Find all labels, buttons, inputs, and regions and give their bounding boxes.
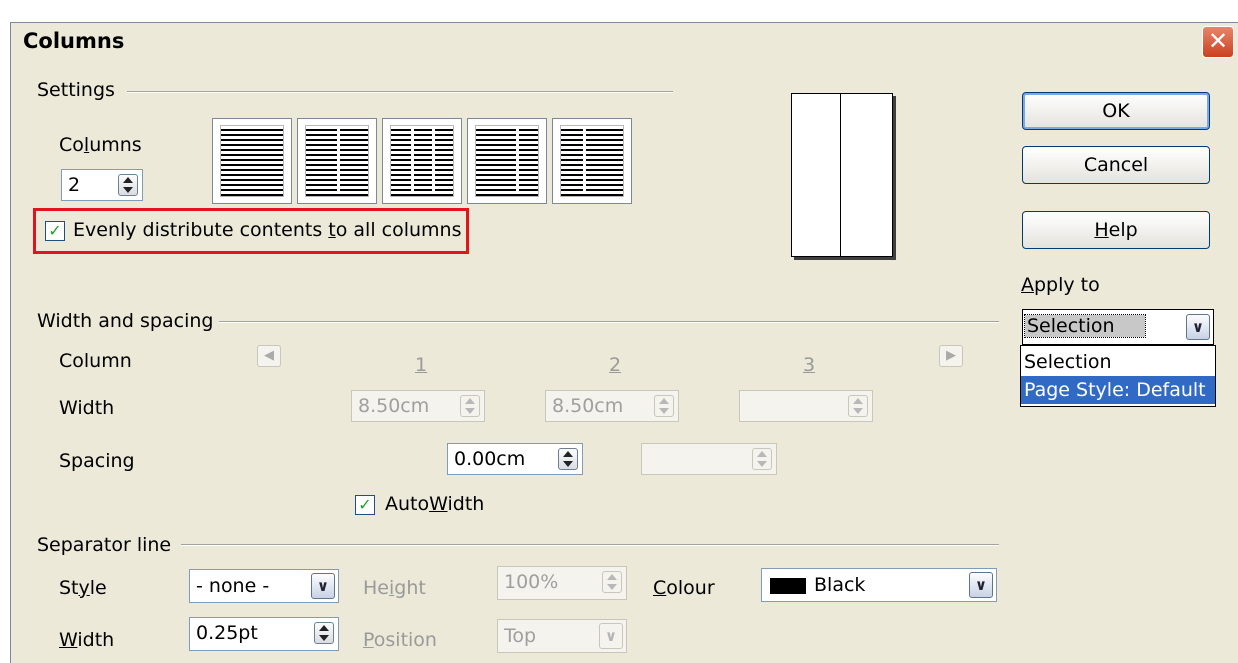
title-bar: Columns ✕ bbox=[11, 23, 1238, 61]
spacing-2-stepper[interactable] bbox=[641, 443, 777, 475]
preset-two-columns[interactable] bbox=[297, 118, 377, 204]
spin-arrows-icon[interactable] bbox=[314, 622, 334, 644]
separator-height-stepper[interactable]: 100% bbox=[497, 566, 627, 600]
column-3-width-stepper[interactable] bbox=[739, 390, 873, 422]
columns-count-value: 2 bbox=[68, 174, 81, 196]
spin-arrows-icon[interactable] bbox=[848, 395, 868, 417]
chevron-down-icon[interactable]: ∨ bbox=[311, 573, 335, 599]
autowidth-label[interactable]: AutoWidth bbox=[385, 493, 484, 515]
column-number-3: 3 bbox=[803, 354, 816, 376]
separator-colour-select[interactable]: Black ∨ bbox=[761, 568, 997, 602]
three-column-layout-icon bbox=[390, 125, 454, 197]
colour-swatch bbox=[770, 578, 806, 594]
separator-width-stepper[interactable]: 0.25pt bbox=[189, 617, 339, 651]
apply-to-option[interactable]: Page Style: Default bbox=[1021, 376, 1215, 404]
spacing-row-label: Spacing bbox=[59, 450, 135, 472]
column-left-arrow-button[interactable]: ◀ bbox=[257, 345, 281, 367]
column-1-width-stepper[interactable]: 8.50cm bbox=[351, 390, 485, 422]
chevron-down-icon[interactable]: ∨ bbox=[969, 572, 993, 598]
spacing-1-stepper[interactable]: 0.00cm bbox=[447, 443, 583, 475]
spin-arrows-icon[interactable] bbox=[752, 448, 772, 470]
style-label: Style bbox=[59, 577, 107, 599]
page-preview bbox=[791, 93, 893, 257]
separator-section-label: Separator line bbox=[37, 534, 172, 556]
chevron-down-icon[interactable]: ∨ bbox=[599, 623, 623, 649]
one-column-layout-icon bbox=[220, 125, 284, 197]
spin-arrows-icon[interactable] bbox=[558, 448, 578, 470]
evenly-distribute-checkbox[interactable]: ✓ bbox=[45, 221, 65, 241]
spin-arrows-icon[interactable] bbox=[118, 174, 138, 196]
spin-arrows-icon[interactable] bbox=[654, 395, 674, 417]
preset-wide-left[interactable] bbox=[467, 118, 547, 204]
spin-arrows-icon[interactable] bbox=[460, 395, 480, 417]
autowidth-checkbox[interactable]: ✓ bbox=[355, 495, 375, 515]
cancel-button[interactable]: Cancel bbox=[1022, 146, 1210, 184]
width-label: Width bbox=[59, 629, 115, 651]
separator-position-select[interactable]: Top ∨ bbox=[497, 619, 627, 653]
width-spacing-section-label: Width and spacing bbox=[37, 310, 214, 332]
column-number-1: 1 bbox=[415, 354, 428, 376]
column-row-label: Column bbox=[59, 350, 132, 372]
spin-arrows-icon[interactable] bbox=[602, 571, 622, 593]
wide-right-layout-icon bbox=[560, 125, 624, 197]
separator-style-select[interactable]: - none - ∨ bbox=[189, 569, 339, 603]
columns-count-stepper[interactable]: 2 bbox=[61, 169, 143, 201]
apply-to-select[interactable]: Selection ∨ bbox=[1022, 309, 1214, 345]
settings-divider bbox=[127, 91, 673, 93]
column-2-width-stepper[interactable]: 8.50cm bbox=[545, 390, 679, 422]
position-label: Position bbox=[363, 629, 437, 651]
help-button[interactable]: Help bbox=[1022, 211, 1210, 249]
apply-to-option[interactable]: Selection bbox=[1021, 348, 1215, 376]
column-number-2: 2 bbox=[609, 354, 622, 376]
arrow-right-icon: ▶ bbox=[946, 348, 956, 363]
two-column-layout-icon bbox=[305, 125, 369, 197]
dialog-title: Columns bbox=[23, 29, 125, 53]
separator-divider bbox=[181, 544, 999, 546]
apply-to-selected-value: Selection bbox=[1024, 314, 1146, 338]
columns-dialog: Columns ✕ Settings Columns 2 ✓ Evenly di… bbox=[10, 22, 1238, 663]
arrow-left-icon: ◀ bbox=[264, 348, 274, 363]
preview-column-separator bbox=[840, 94, 841, 256]
width-spacing-divider bbox=[219, 321, 999, 323]
apply-to-dropdown-list: Selection Page Style: Default bbox=[1020, 345, 1216, 407]
height-label: Height bbox=[363, 577, 426, 599]
colour-label: Colour bbox=[653, 577, 715, 599]
columns-label: Columns bbox=[59, 134, 142, 156]
apply-to-label: Apply to bbox=[1021, 274, 1100, 296]
preset-wide-right[interactable] bbox=[552, 118, 632, 204]
chevron-down-icon[interactable]: ∨ bbox=[1186, 314, 1210, 340]
settings-section-label: Settings bbox=[37, 79, 115, 101]
wide-left-layout-icon bbox=[475, 125, 539, 197]
preset-three-columns[interactable] bbox=[382, 118, 462, 204]
width-row-label: Width bbox=[59, 397, 115, 419]
close-button[interactable]: ✕ bbox=[1202, 26, 1234, 58]
column-right-arrow-button[interactable]: ▶ bbox=[939, 345, 963, 367]
preset-one-column[interactable] bbox=[212, 118, 292, 204]
evenly-distribute-label[interactable]: Evenly distribute contents to all column… bbox=[73, 219, 462, 241]
ok-button[interactable]: OK bbox=[1022, 92, 1210, 130]
